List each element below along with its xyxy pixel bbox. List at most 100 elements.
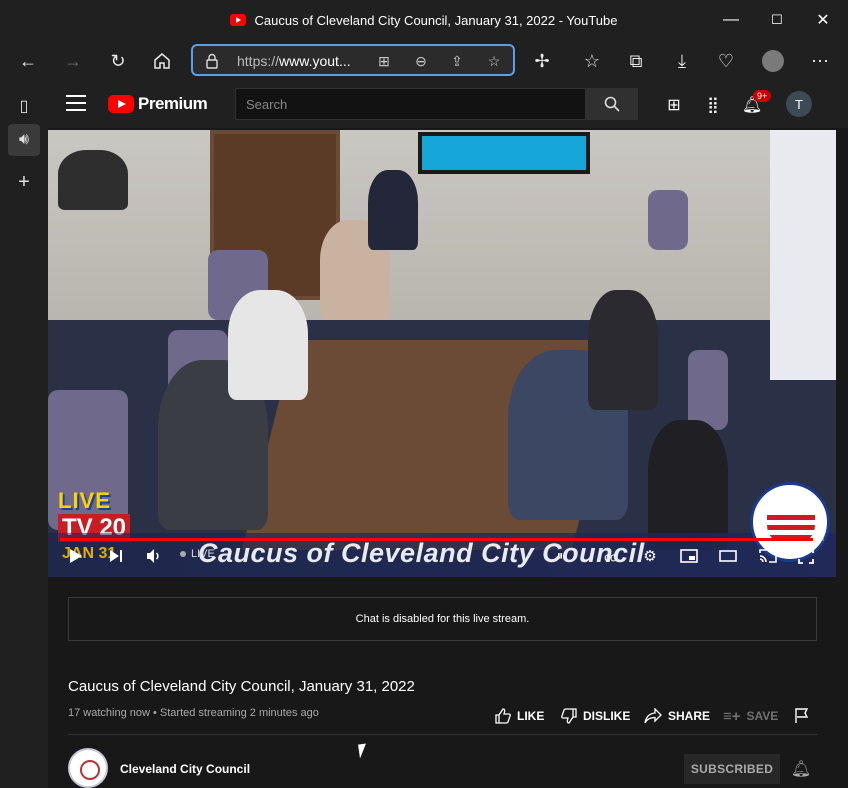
search-button[interactable]: [586, 88, 638, 120]
captions-button[interactable]: ㏄: [598, 544, 622, 568]
refresh-button[interactable]: ↻: [102, 46, 134, 76]
profile-button[interactable]: [757, 46, 789, 76]
next-button[interactable]: [104, 544, 128, 568]
youtube-premium-logo[interactable]: Premium: [108, 94, 208, 114]
search-input[interactable]: Search: [235, 88, 586, 120]
save-button[interactable]: ≡+ SAVE: [723, 706, 778, 726]
collections-button[interactable]: ⧉: [620, 46, 652, 76]
new-tab-button[interactable]: +: [8, 166, 40, 198]
dislike-button[interactable]: DISLIKE: [561, 706, 630, 726]
video-frame-person: [228, 290, 308, 400]
collections-icon: ⧉: [629, 50, 643, 71]
cast-icon: [759, 549, 777, 563]
chat-disabled-message: Chat is disabled for this live stream.: [355, 613, 530, 625]
play-icon: [70, 549, 82, 563]
fullscreen-button[interactable]: [794, 544, 818, 568]
back-button[interactable]: ←: [12, 46, 44, 76]
performance-button[interactable]: ♡: [710, 46, 742, 76]
share-icon[interactable]: ⇪: [446, 51, 468, 71]
forward-button[interactable]: →: [57, 46, 89, 76]
miniplayer-button[interactable]: [677, 544, 701, 568]
window-title: Caucus of Cleveland City Council, Januar…: [230, 13, 618, 28]
more-icon: ⋯: [811, 50, 829, 71]
settings-button[interactable]: ⚙: [638, 544, 662, 568]
pause-toggle-icon: ⏸︎: [556, 548, 564, 563]
mouse-cursor-icon: [358, 743, 368, 759]
app-available-icon[interactable]: ⊞: [373, 51, 395, 71]
like-button[interactable]: LIKE: [495, 706, 544, 726]
subscribed-button[interactable]: SUBSCRIBED: [684, 754, 780, 784]
close-button[interactable]: ✕: [800, 0, 846, 40]
report-button[interactable]: [794, 706, 810, 726]
menu-icon[interactable]: [66, 95, 86, 111]
flag-icon: [795, 708, 809, 723]
video-frame-person: [368, 170, 418, 250]
thumbs-down-icon: [561, 708, 577, 724]
address-bar[interactable]: https://www.yout... ⊞ ⊖ ⇪ ☆: [191, 44, 515, 76]
live-dot-icon: [180, 551, 186, 557]
autoplay-toggle[interactable]: ⏸︎: [548, 544, 572, 568]
play-button[interactable]: [64, 544, 88, 568]
home-icon: [154, 53, 170, 69]
browser-sidebar: ▯ 🔊︎ +: [0, 82, 48, 788]
divider: [68, 734, 817, 735]
home-button[interactable]: [146, 46, 178, 76]
zoom-out-icon[interactable]: ⊖: [410, 51, 432, 71]
live-indicator[interactable]: LIVE: [180, 548, 215, 560]
captions-icon: ㏄: [603, 549, 616, 564]
url-prefix: https://: [237, 53, 280, 69]
save-label: SAVE: [746, 709, 779, 723]
channel-name[interactable]: Cleveland City Council: [120, 762, 250, 776]
share-arrow-icon: [644, 708, 662, 724]
favorites-button[interactable]: ☆: [576, 46, 608, 76]
video-frame-window: [770, 130, 836, 380]
share-button[interactable]: SHARE: [644, 706, 710, 726]
live-label: LIVE: [191, 548, 215, 560]
minimize-button[interactable]: —: [708, 0, 754, 40]
fullscreen-icon: [798, 548, 814, 564]
cast-button[interactable]: [756, 544, 780, 568]
browser-toolbar: ← → ↻ https://www.yout... ⊞ ⊖ ⇪ ☆ ✢ ☆ ⧉ …: [0, 40, 848, 82]
video-player[interactable]: LIVE TV 20 Caucus of Cleveland City Coun…: [48, 130, 836, 577]
arrow-left-icon: ←: [19, 50, 37, 71]
apps-grid-icon: ⣿: [707, 97, 719, 114]
video-meta: 17 watching now • Started streaming 2 mi…: [68, 707, 319, 719]
add-favorite-icon[interactable]: ☆: [483, 51, 505, 71]
more-button[interactable]: ⋯: [804, 46, 836, 76]
theater-icon: [719, 550, 737, 562]
live-logo-top: LIVE: [58, 488, 111, 513]
youtube-logo-icon: [108, 95, 134, 113]
like-label: LIKE: [517, 709, 545, 723]
vertical-tabs-button[interactable]: ▯: [8, 90, 40, 122]
video-frame-chair: [688, 350, 728, 430]
downloads-button[interactable]: ⤓: [666, 46, 698, 76]
video-frame-person: [588, 290, 658, 410]
miniplayer-icon: [680, 549, 698, 563]
channel-avatar[interactable]: [68, 748, 108, 788]
arrow-right-icon: →: [64, 50, 82, 71]
plus-icon: +: [18, 170, 30, 193]
create-video-icon: ⊞: [667, 97, 681, 114]
maximize-button[interactable]: ☐: [754, 0, 800, 40]
active-tab-button[interactable]: 🔊︎: [8, 124, 40, 156]
video-frame-tv-screen: [418, 132, 590, 174]
progress-bar[interactable]: [60, 538, 824, 541]
youtube-favicon-icon: [230, 14, 247, 26]
logo-text: Premium: [138, 94, 208, 113]
video-frame-chair: [648, 190, 688, 250]
share-label: SHARE: [668, 709, 711, 723]
extensions-button[interactable]: ✢: [526, 46, 558, 76]
search-placeholder: Search: [246, 97, 288, 112]
bell-icon: 🔔︎: [790, 761, 812, 778]
account-avatar[interactable]: T: [786, 91, 812, 117]
theater-mode-button[interactable]: [716, 544, 740, 568]
youtube-masthead: Premium Search ⊞ ⣿ 🔔︎ 9+ T: [48, 82, 848, 128]
speaker-icon: 🔊︎: [18, 131, 30, 148]
search-icon: [604, 96, 620, 112]
url-text: https://www.yout...: [237, 53, 351, 69]
volume-button[interactable]: [142, 544, 166, 568]
create-button[interactable]: ⊞: [662, 93, 686, 117]
channel-notification-button[interactable]: 🔔︎: [790, 758, 812, 780]
thumbs-up-icon: [495, 708, 511, 724]
apps-button[interactable]: ⣿: [701, 93, 725, 117]
